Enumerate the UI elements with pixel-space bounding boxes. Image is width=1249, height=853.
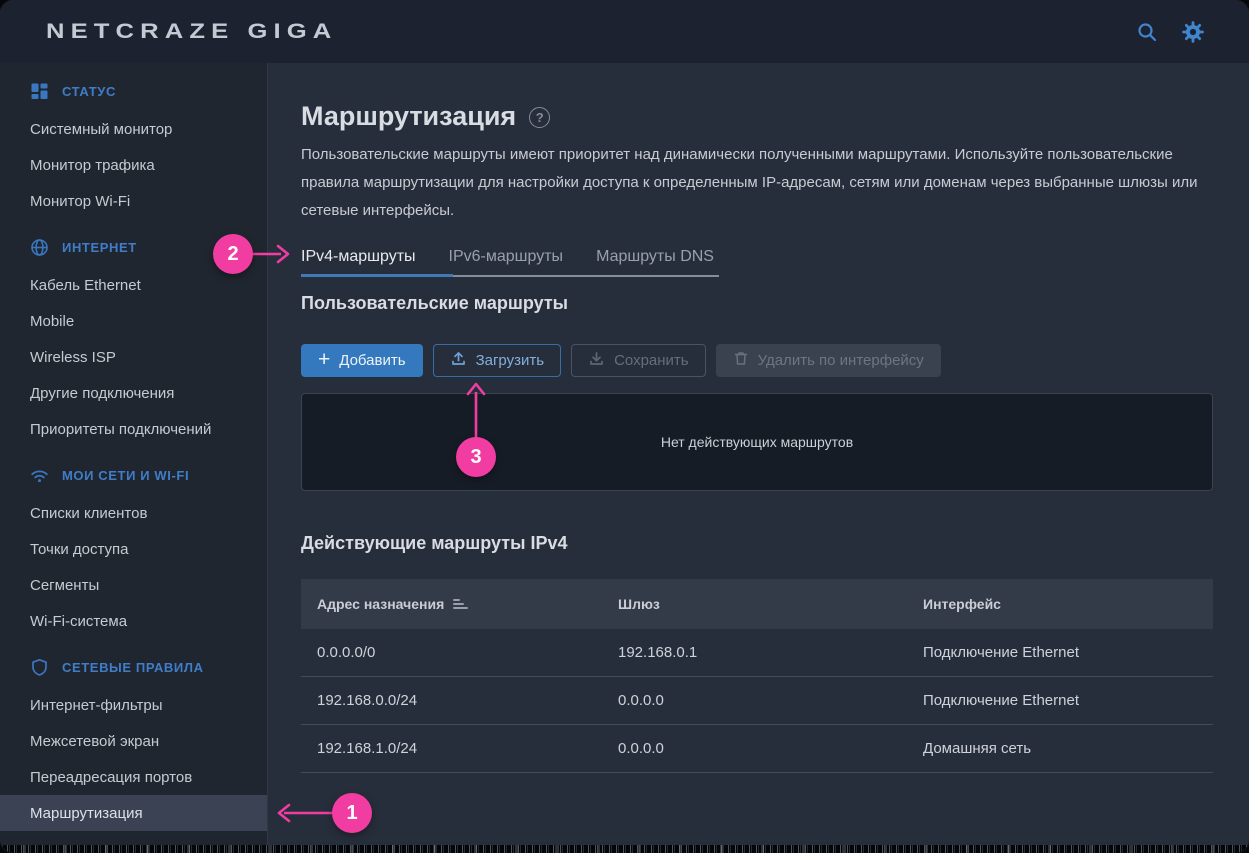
active-tab-underline bbox=[301, 274, 453, 277]
wifi-icon bbox=[30, 466, 49, 485]
add-button[interactable]: + Добавить bbox=[301, 344, 423, 377]
page-title: Маршрутизация bbox=[301, 100, 516, 132]
plus-icon: + bbox=[318, 349, 330, 370]
sidebar-section-label: СЕТЕВЫЕ ПРАВИЛА bbox=[62, 660, 204, 675]
tab-dns-routes[interactable]: Маршруты DNS bbox=[596, 248, 714, 266]
sidebar-item-wifi-monitor[interactable]: Монитор Wi-Fi bbox=[0, 183, 267, 219]
shield-icon bbox=[30, 658, 49, 677]
user-routes-toolbar: + Добавить Загрузить Сохранить bbox=[301, 344, 1212, 377]
sidebar-item-port-forwarding[interactable]: Переадресация портов bbox=[0, 759, 267, 795]
gear-icon[interactable] bbox=[1181, 20, 1205, 44]
cell-destination: 192.168.1.0/24 bbox=[317, 740, 618, 757]
sidebar-section-status: СТАТУС bbox=[0, 71, 267, 111]
column-interface: Интерфейс bbox=[923, 596, 1213, 612]
sidebar-item-mobile[interactable]: Mobile bbox=[0, 303, 267, 339]
sidebar-section-network-rules: СЕТЕВЫЕ ПРАВИЛА bbox=[0, 647, 267, 687]
column-destination[interactable]: Адрес назначения bbox=[317, 596, 618, 612]
table-row: 0.0.0.0/0 192.168.0.1 Подключение Ethern… bbox=[301, 629, 1213, 677]
table-row: 192.168.0.0/24 0.0.0.0 Подключение Ether… bbox=[301, 677, 1213, 725]
empty-routes-panel: Нет действующих маршрутов bbox=[301, 393, 1213, 491]
sidebar-section-label: СТАТУС bbox=[62, 84, 116, 99]
cell-interface: Подключение Ethernet bbox=[923, 692, 1213, 709]
sidebar-item-system-monitor[interactable]: Системный монитор bbox=[0, 111, 267, 147]
sidebar-item-traffic-monitor[interactable]: Монитор трафика bbox=[0, 147, 267, 183]
upload-icon bbox=[450, 350, 467, 371]
cell-destination: 0.0.0.0/0 bbox=[317, 644, 618, 661]
cell-gateway: 192.168.0.1 bbox=[618, 644, 923, 661]
delete-by-interface-button[interactable]: Удалить по интерфейсу bbox=[716, 344, 941, 377]
tab-ipv6-routes[interactable]: IPv6-маршруты bbox=[449, 248, 564, 266]
sidebar-item-access-points[interactable]: Точки доступа bbox=[0, 531, 267, 567]
cell-gateway: 0.0.0.0 bbox=[618, 692, 923, 709]
sidebar-item-firewall[interactable]: Межсетевой экран bbox=[0, 723, 267, 759]
sidebar-item-segments[interactable]: Сегменты bbox=[0, 567, 267, 603]
cell-gateway: 0.0.0.0 bbox=[618, 740, 923, 757]
globe-icon bbox=[30, 238, 49, 257]
save-button[interactable]: Сохранить bbox=[571, 344, 706, 377]
sidebar-item-ethernet-cable[interactable]: Кабель Ethernet bbox=[0, 267, 267, 303]
sidebar-item-connection-priorities[interactable]: Приоритеты подключений bbox=[0, 411, 267, 447]
user-routes-title: Пользовательские маршруты bbox=[301, 293, 1212, 314]
app-window: NETCRAZE GIGA bbox=[0, 0, 1249, 853]
download-icon bbox=[588, 350, 605, 371]
sidebar-section-label: МОИ СЕТИ И WI-FI bbox=[62, 468, 189, 483]
sidebar-item-other-connections[interactable]: Другие подключения bbox=[0, 375, 267, 411]
table-row: 192.168.1.0/24 0.0.0.0 Домашняя сеть bbox=[301, 725, 1213, 773]
active-routes-table: Адрес назначения Шлюз Интерфейс 0.0.0.0/… bbox=[301, 579, 1213, 773]
trash-icon bbox=[733, 350, 749, 371]
cell-interface: Подключение Ethernet bbox=[923, 644, 1213, 661]
page-description: Пользовательские маршруты имеют приорите… bbox=[301, 141, 1203, 225]
active-routes-title: Действующие маршруты IPv4 bbox=[301, 533, 1212, 554]
sidebar-item-routing[interactable]: Маршрутизация bbox=[0, 795, 267, 831]
brand-logo: NETCRAZE GIGA bbox=[46, 20, 337, 44]
main-content: Маршрутизация ? Пользовательские маршрут… bbox=[269, 63, 1249, 853]
sidebar-section-my-networks: МОИ СЕТИ И WI-FI bbox=[0, 455, 267, 495]
cell-interface: Домашняя сеть bbox=[923, 740, 1213, 757]
empty-routes-text: Нет действующих маршрутов bbox=[661, 434, 853, 450]
dashboard-icon bbox=[30, 82, 49, 101]
sidebar-item-internet-filters[interactable]: Интернет-фильтры bbox=[0, 687, 267, 723]
sidebar-section-internet: ИНТЕРНЕТ bbox=[0, 227, 267, 267]
route-tabs: IPv4-маршруты IPv6-маршруты Маршруты DNS bbox=[301, 239, 719, 277]
sidebar-item-wifi-system[interactable]: Wi-Fi-система bbox=[0, 603, 267, 639]
sort-icon[interactable] bbox=[453, 599, 468, 609]
bottom-artifact-strip bbox=[0, 845, 1249, 853]
sidebar-section-label: ИНТЕРНЕТ bbox=[62, 240, 137, 255]
sidebar-item-wireless-isp[interactable]: Wireless ISP bbox=[0, 339, 267, 375]
column-gateway: Шлюз bbox=[618, 596, 923, 612]
tab-ipv4-routes[interactable]: IPv4-маршруты bbox=[301, 248, 416, 266]
cell-destination: 192.168.0.0/24 bbox=[317, 692, 618, 709]
help-icon[interactable]: ? bbox=[529, 107, 550, 128]
sidebar: СТАТУС Системный монитор Монитор трафика… bbox=[0, 63, 268, 853]
table-header-row: Адрес назначения Шлюз Интерфейс bbox=[301, 579, 1213, 629]
load-button[interactable]: Загрузить bbox=[433, 344, 562, 377]
topbar: NETCRAZE GIGA bbox=[0, 0, 1249, 63]
sidebar-item-client-lists[interactable]: Списки клиентов bbox=[0, 495, 267, 531]
search-icon[interactable] bbox=[1135, 20, 1159, 44]
